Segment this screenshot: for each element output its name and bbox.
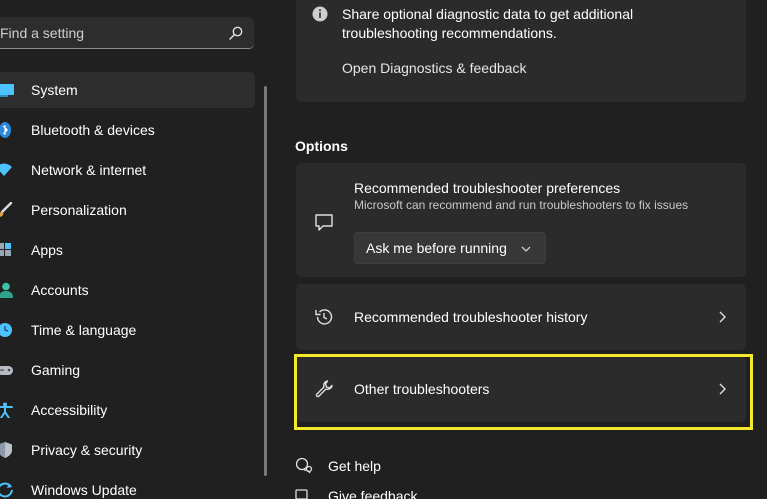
sidebar-item-network[interactable]: Network & internet — [0, 152, 255, 188]
sidebar-item-label: Apps — [31, 242, 63, 258]
troubleshooter-preferences-card: Recommended troubleshooter preferences M… — [296, 163, 746, 277]
sidebar-item-gaming[interactable]: Gaming — [0, 352, 255, 388]
sidebar-item-label: Time & language — [31, 322, 137, 338]
sidebar-item-label: Accessibility — [31, 402, 108, 418]
chevron-right-icon — [719, 383, 726, 395]
apps-icon — [0, 243, 11, 256]
diagnostic-info-card: Share optional diagnostic data to get ad… — [296, 0, 746, 102]
search-input[interactable] — [0, 17, 220, 48]
sidebar-scrollbar[interactable] — [264, 86, 267, 476]
sidebar-item-label: Network & internet — [31, 162, 147, 178]
feedback-icon — [295, 489, 308, 499]
info-icon — [312, 6, 328, 22]
wifi-icon — [0, 163, 12, 176]
history-label: Recommended troubleshooter history — [354, 309, 588, 325]
gamepad-icon — [0, 366, 13, 375]
history-icon — [315, 309, 333, 325]
sidebar-item-label: Accounts — [31, 282, 89, 298]
message-icon — [315, 214, 333, 231]
sidebar-item-bluetooth[interactable]: Bluetooth & devices — [0, 112, 255, 148]
sidebar-item-label: Windows Update — [31, 482, 137, 498]
accessibility-icon — [0, 402, 13, 418]
other-troubleshooters-label: Other troubleshooters — [354, 381, 490, 397]
open-diagnostics-link[interactable]: Open Diagnostics & feedback — [342, 60, 526, 76]
sidebar-item-time-language[interactable]: Time & language — [0, 312, 255, 348]
help-icon — [295, 457, 313, 474]
person-icon — [0, 282, 13, 298]
give-feedback-label: Give feedback — [328, 488, 418, 499]
chevron-down-icon — [521, 246, 531, 252]
dropdown-selected-value: Ask me before running — [366, 240, 507, 256]
preferences-title: Recommended troubleshooter preferences — [354, 180, 621, 196]
sidebar-item-windows-update[interactable]: Windows Update — [0, 472, 255, 499]
preferences-dropdown[interactable]: Ask me before running — [354, 232, 546, 264]
globe-clock-icon — [0, 323, 12, 337]
get-help-label: Get help — [328, 458, 381, 474]
options-section-title: Options — [295, 138, 348, 154]
search-icon[interactable] — [228, 25, 244, 41]
sidebar-item-personalization[interactable]: Personalization — [0, 192, 255, 228]
system-icon — [0, 84, 14, 97]
brush-icon — [0, 202, 13, 217]
sidebar-item-label: Bluetooth & devices — [31, 122, 155, 138]
sidebar-item-label: System — [31, 82, 78, 98]
chevron-right-icon — [719, 311, 726, 323]
preferences-description: Microsoft can recommend and run troubles… — [354, 198, 689, 212]
diagnostic-info-text: Share optional diagnostic data to get ad… — [342, 6, 634, 41]
sidebar: System Bluetooth & devices Network & int… — [0, 0, 268, 499]
sidebar-item-label: Gaming — [31, 362, 81, 378]
sidebar-item-accounts[interactable]: Accounts — [0, 272, 255, 308]
troubleshooter-history-row[interactable]: Recommended troubleshooter history — [296, 284, 746, 350]
update-icon — [0, 482, 13, 498]
shield-icon — [0, 442, 12, 458]
sidebar-item-label: Personalization — [31, 202, 127, 218]
sidebar-item-label: Privacy & security — [31, 442, 143, 458]
search-box[interactable] — [0, 17, 254, 49]
sidebar-item-apps[interactable]: Apps — [0, 232, 255, 268]
sidebar-item-system[interactable]: System — [0, 72, 255, 108]
bluetooth-icon — [0, 122, 11, 138]
sidebar-item-accessibility[interactable]: Accessibility — [0, 392, 255, 428]
wrench-icon — [315, 380, 333, 398]
other-troubleshooters-row[interactable]: Other troubleshooters — [296, 356, 746, 422]
sidebar-item-privacy-security[interactable]: Privacy & security — [0, 432, 255, 468]
